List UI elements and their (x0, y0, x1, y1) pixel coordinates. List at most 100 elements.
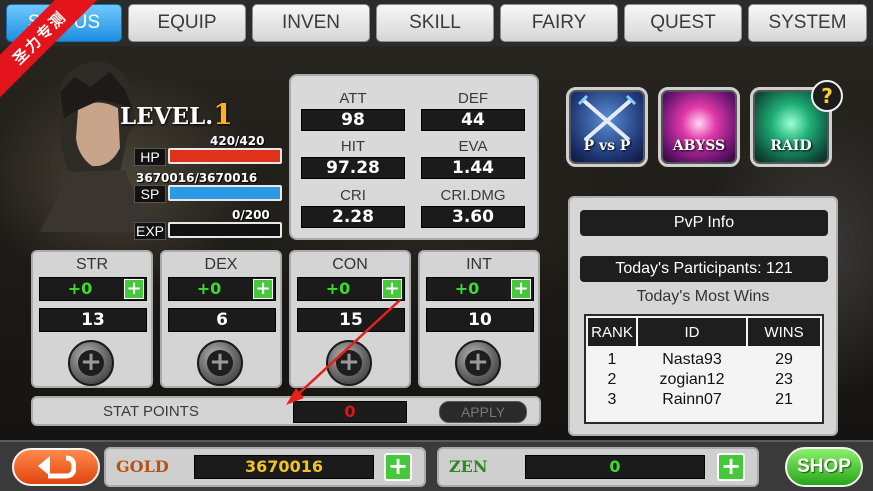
table-cell-wins: 23 (775, 371, 793, 388)
int-add-button[interactable]: + (455, 340, 501, 386)
dex-bonus-field: +0 + (168, 277, 276, 301)
apply-button[interactable]: APPLY (439, 401, 527, 423)
int-plus-icon[interactable]: + (511, 279, 531, 299)
table-cell-id: Nasta93 (662, 351, 722, 368)
plus-icon: + (465, 349, 491, 376)
str-bonus-field: +0 + (39, 277, 147, 301)
plus-icon: + (207, 349, 233, 376)
table-cell-wins: 29 (775, 351, 793, 368)
level-display: LEVEL.1 (120, 98, 233, 131)
back-button[interactable] (12, 448, 100, 486)
dex-add-button[interactable]: + (197, 340, 243, 386)
attribute-con-box: CON +0 + 15 + (289, 250, 411, 388)
str-plus-icon[interactable]: + (124, 279, 144, 299)
tab-equip[interactable]: EQUIP (128, 4, 246, 42)
hp-label: HP (134, 148, 166, 166)
hit-value: 97.28 (301, 157, 405, 179)
table-header-id: ID (638, 318, 746, 346)
table-cell-id: Rainn07 (662, 391, 722, 408)
raid-mode-label: RAID (770, 138, 812, 154)
table-cell-wins: 21 (775, 391, 793, 408)
exp-value: 0/200 (232, 208, 270, 222)
zen-add-button[interactable]: + (717, 453, 745, 481)
int-bonus: +0 (454, 279, 480, 298)
hp-bar-fill (170, 150, 280, 162)
help-icon[interactable]: ? (811, 80, 843, 112)
table-cell-rank: 1 (607, 351, 617, 368)
hp-value: 420/420 (210, 134, 265, 148)
gold-value: 3670016 (194, 455, 374, 479)
sp-label: SP (134, 185, 166, 203)
id-column: Nasta93 zogian12 Rainn07 (638, 350, 746, 410)
exp-label: EXP (134, 222, 166, 240)
con-label: CON (332, 256, 368, 273)
hit-label: HIT (340, 138, 366, 155)
abyss-mode-label: ABYSS (672, 138, 726, 154)
tab-bar: STATUS EQUIP INVEN SKILL FAIRY QUEST SYS… (0, 0, 873, 46)
pvp-ranking-table: RANK ID WINS 1 2 3 Nasta93 zogian12 Rain… (584, 314, 824, 424)
attribute-dex-box: DEX +0 + 6 + (160, 250, 282, 388)
int-bonus-field: +0 + (426, 277, 534, 301)
att-value: 98 (301, 109, 405, 131)
bottom-bar: GOLD 3670016 + ZEN 0 + SHOP (0, 440, 873, 491)
zen-label: ZEN (449, 457, 488, 476)
attribute-str-box: STR +0 + 13 + (31, 250, 153, 388)
gold-panel: GOLD 3670016 + (104, 447, 426, 487)
tab-skill[interactable]: SKILL (376, 4, 494, 42)
str-bonus: +0 (67, 279, 93, 298)
str-add-button[interactable]: + (68, 340, 114, 386)
pvp-info-title: PvP Info (580, 210, 828, 236)
character-portrait (40, 60, 150, 232)
cridmg-value: 3.60 (421, 206, 525, 228)
con-value: 15 (297, 308, 405, 332)
cri-label: CRI (340, 187, 366, 204)
str-label: STR (76, 256, 108, 273)
def-value: 44 (421, 109, 525, 131)
cri-value: 2.28 (301, 206, 405, 228)
dex-bonus: +0 (196, 279, 222, 298)
def-label: DEF (458, 90, 488, 107)
dex-plus-icon[interactable]: + (253, 279, 273, 299)
rank-column: 1 2 3 (588, 350, 636, 410)
back-arrow-icon (38, 455, 76, 479)
gold-add-button[interactable]: + (384, 453, 412, 481)
sp-value: 3670016/3670016 (136, 171, 258, 185)
att-label: ATT (339, 90, 367, 107)
int-label: INT (466, 256, 492, 273)
wins-column: 29 23 21 (748, 350, 820, 410)
con-bonus-field: +0 + (297, 277, 405, 301)
stat-points-label: STAT POINTS (103, 403, 199, 420)
combat-stats-panel: ATT 98 DEF 44 HIT 97.28 EVA 1.44 CRI 2.2… (289, 74, 539, 240)
shop-button[interactable]: SHOP (785, 447, 863, 487)
tab-quest[interactable]: QUEST (624, 4, 742, 42)
plus-icon: + (336, 349, 362, 376)
level-label: LEVEL. (120, 103, 214, 130)
tab-system[interactable]: SYSTEM (748, 4, 867, 42)
stat-points-value: 0 (293, 401, 407, 423)
table-cell-rank: 2 (607, 371, 617, 388)
con-bonus: +0 (325, 279, 351, 298)
con-add-button[interactable]: + (326, 340, 372, 386)
hp-bar (168, 148, 282, 164)
stat-points-bar: STAT POINTS 0 APPLY (31, 396, 541, 426)
eva-value: 1.44 (421, 157, 525, 179)
cridmg-label: CRI.DMG (440, 187, 506, 204)
tab-inven[interactable]: INVEN (252, 4, 370, 42)
gold-label: GOLD (116, 457, 169, 476)
eva-label: EVA (458, 138, 488, 155)
sp-bar (168, 185, 282, 201)
table-header-rank: RANK (588, 318, 636, 346)
pvp-participants: Today's Participants: 121 (580, 256, 828, 282)
table-header-wins: WINS (748, 318, 820, 346)
pvp-mode-label: P vs P (583, 138, 631, 154)
zen-panel: ZEN 0 + (437, 447, 759, 487)
zen-value: 0 (525, 455, 705, 479)
str-value: 13 (39, 308, 147, 332)
tab-fairy[interactable]: FAIRY (500, 4, 618, 42)
abyss-mode-button[interactable]: ABYSS (658, 87, 740, 167)
table-cell-id: zogian12 (659, 371, 725, 388)
pvp-mode-button[interactable]: P vs P (566, 87, 648, 167)
table-cell-rank: 3 (607, 391, 617, 408)
pvp-info-panel: PvP Info Today's Participants: 121 Today… (568, 196, 838, 436)
con-plus-icon[interactable]: + (382, 279, 402, 299)
